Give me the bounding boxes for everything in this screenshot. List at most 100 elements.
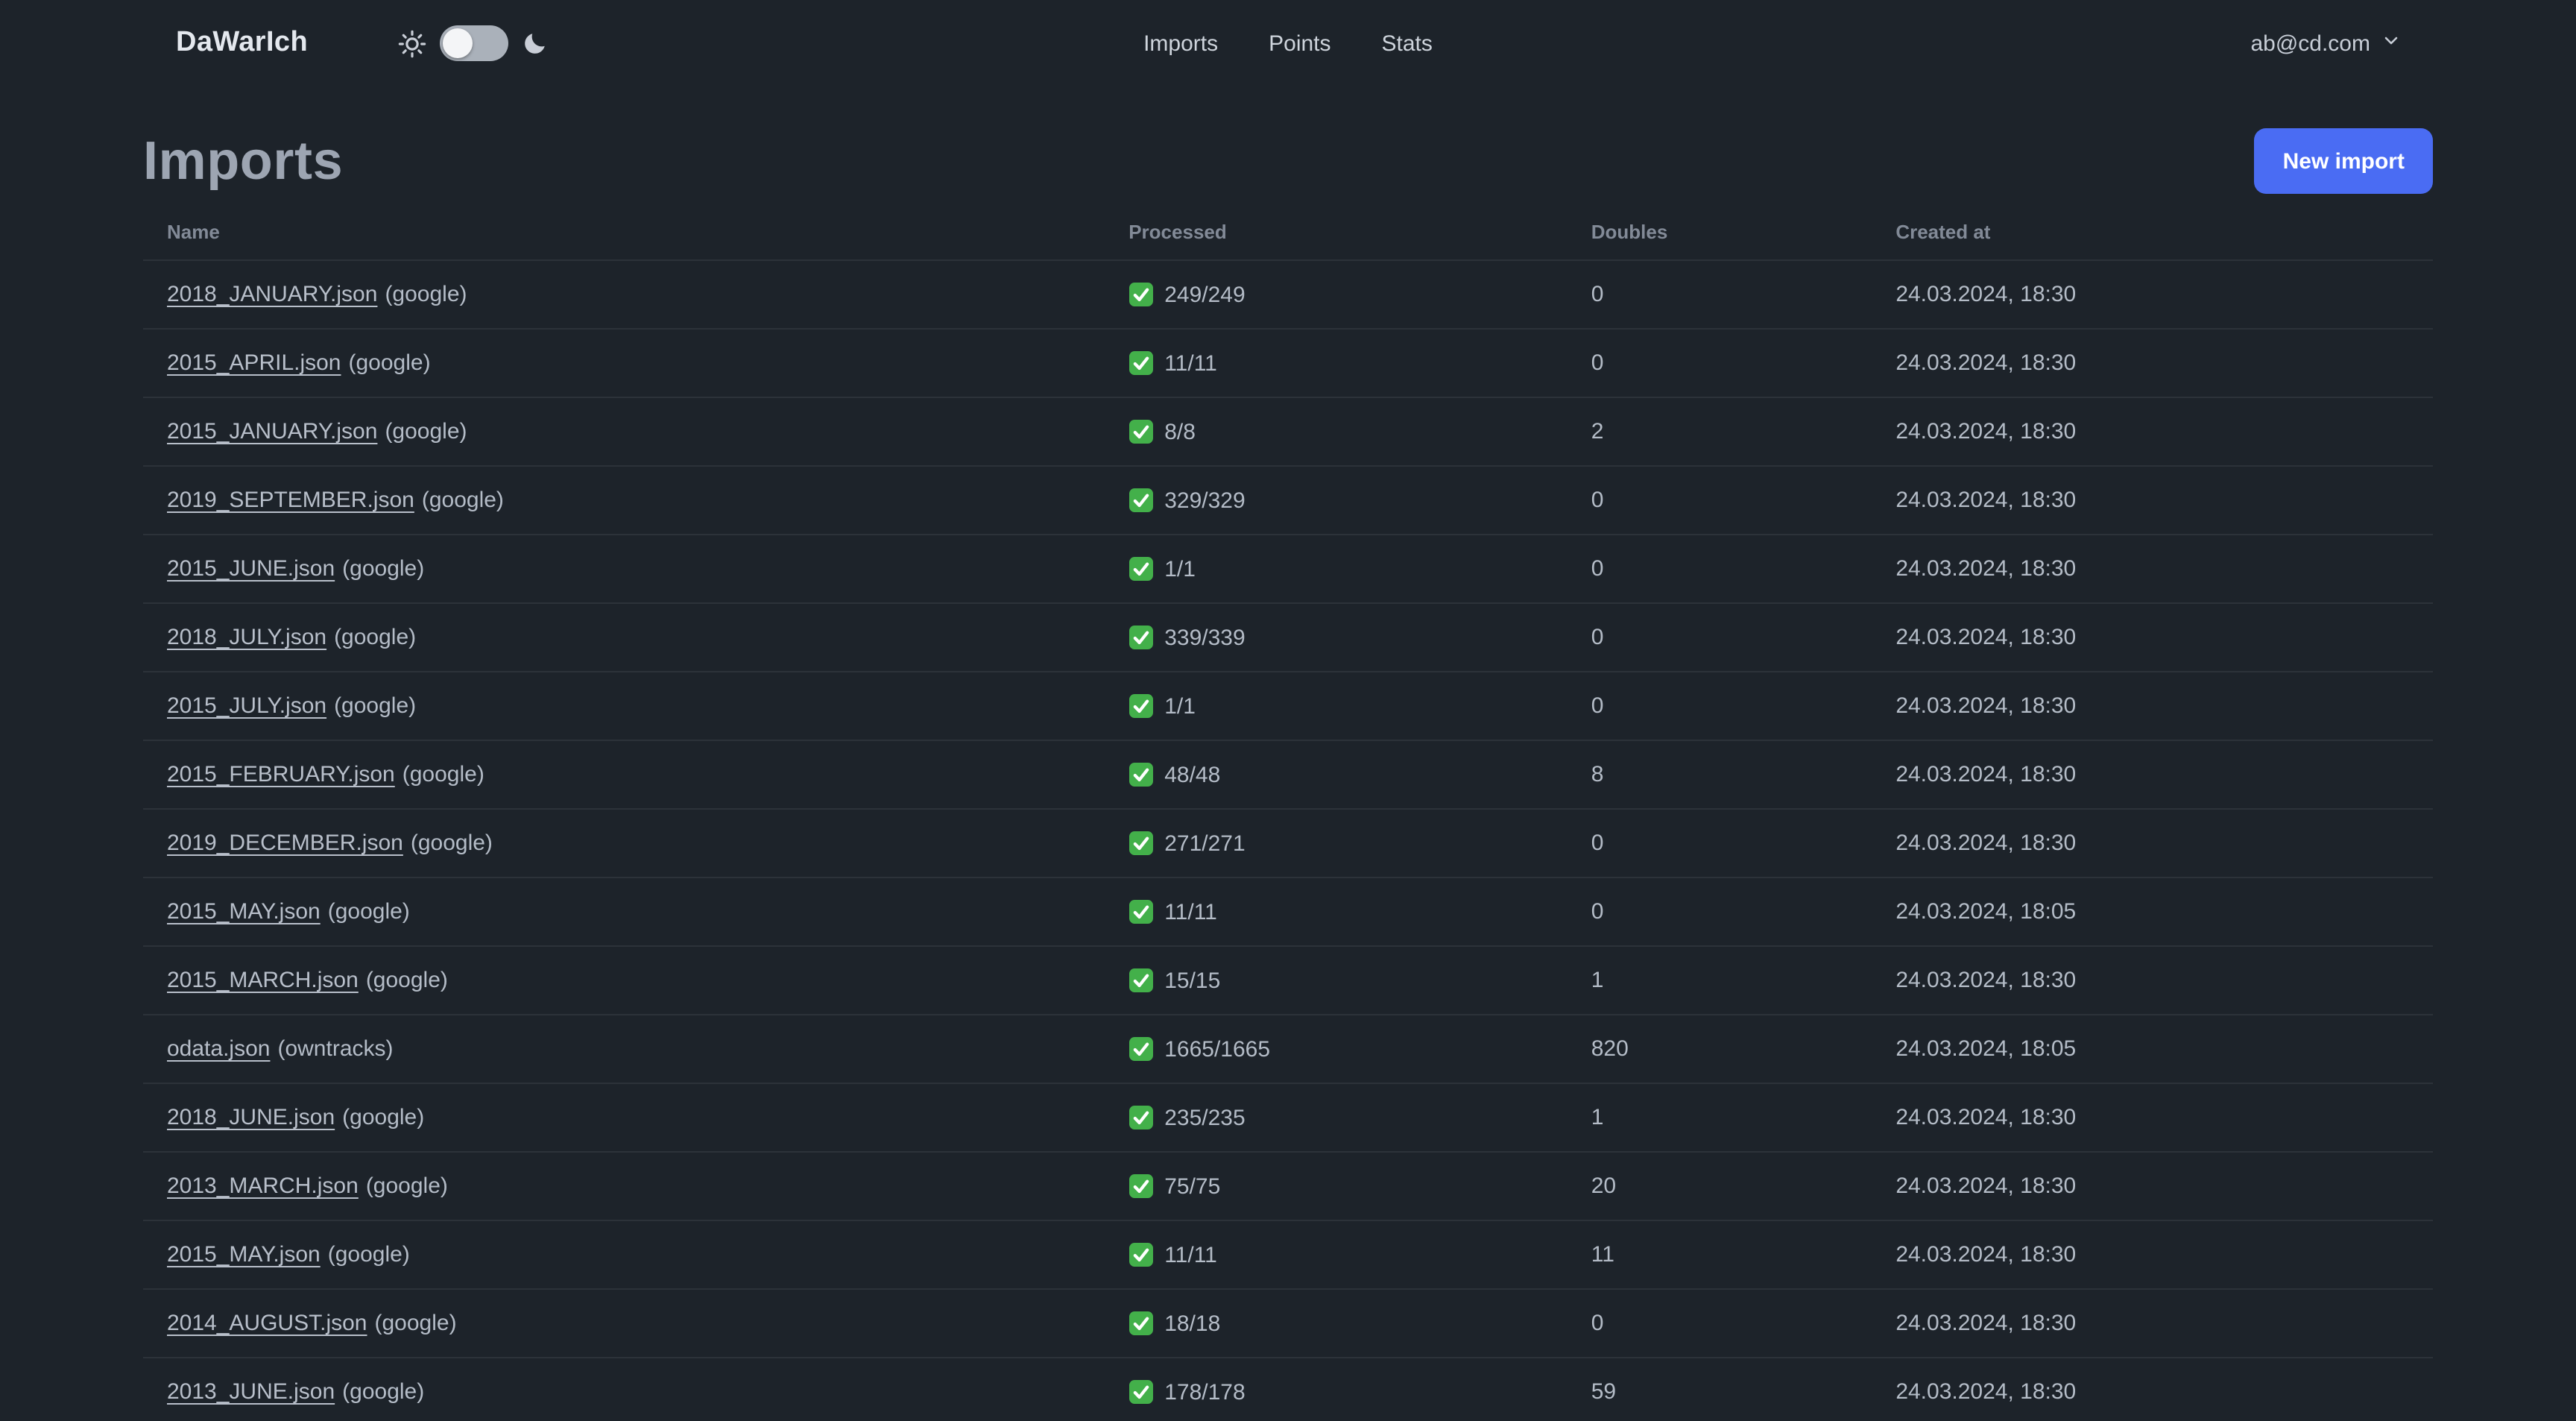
import-file-link[interactable]: 2015_MAY.json [167,899,321,924]
processed-count: 18/18 [1164,1311,1221,1337]
check-icon [1128,762,1154,787]
import-file-link[interactable]: 2015_APRIL.json [167,350,341,376]
created-at: 24.03.2024, 18:30 [1895,282,2077,307]
import-file-link[interactable]: 2019_DECEMBER.json [167,831,403,856]
name-cell: 2015_JANUARY.json (google) [143,397,1105,466]
check-icon [1128,625,1154,650]
nav-link-imports[interactable]: Imports [1143,31,1218,56]
doubles-count: 8 [1591,762,1604,787]
app-logo[interactable]: DaWarIch [176,27,308,60]
import-source: (google) [385,282,467,307]
nav-link-points[interactable]: Points [1269,31,1330,56]
import-source: (google) [348,350,431,376]
name-cell: 2014_AUGUST.json (google) [143,1289,1105,1358]
processed-count: 48/48 [1164,762,1221,788]
check-icon [1128,556,1154,582]
table-row: 2015_MAY.json (google) 11/11 0 24.03.2024… [143,878,2433,946]
processed-cell: 1/1 [1105,672,1568,740]
processed-cell: 15/15 [1105,946,1568,1015]
new-import-button[interactable]: New import [2254,128,2433,194]
created-at: 24.03.2024, 18:30 [1895,693,2077,719]
processed-cell: 1/1 [1105,535,1568,603]
doubles-count: 0 [1591,556,1604,582]
moon-icon [521,30,548,57]
check-icon [1128,1242,1154,1267]
table-row: 2019_SEPTEMBER.json (google) 329/329 0 24… [143,466,2433,535]
table-row: 2019_DECEMBER.json (google) 271/271 0 24.… [143,809,2433,878]
table-row: odata.json (owntracks) 1665/1665 820 24.0… [143,1015,2433,1083]
name-cell: 2015_MARCH.json (google) [143,946,1105,1015]
import-file-link[interactable]: 2018_JUNE.json [167,1105,335,1130]
import-source: (google) [365,968,448,993]
table-body: 2018_JANUARY.json (google) 249/249 0 24.0… [143,260,2433,1421]
check-icon [1128,1173,1154,1199]
import-file-link[interactable]: 2018_JULY.json [167,625,326,650]
import-file-link[interactable]: 2013_JUNE.json [167,1379,335,1405]
check-icon [1128,831,1154,856]
doubles-count: 0 [1591,899,1604,924]
check-icon [1128,282,1154,307]
column-header-doubles: Doubles [1591,221,1668,243]
processed-cell: 178/178 [1105,1358,1568,1421]
doubles-count: 20 [1591,1173,1617,1199]
import-file-link[interactable]: 2018_JANUARY.json [167,282,377,307]
doubles-count: 1 [1591,968,1604,993]
import-file-link[interactable]: 2015_MAY.json [167,1242,321,1267]
name-cell: 2015_MAY.json (google) [143,878,1105,946]
created-at: 24.03.2024, 18:30 [1895,1105,2077,1130]
import-file-link[interactable]: 2019_SEPTEMBER.json [167,488,414,513]
user-email: ab@cd.com [2250,31,2370,56]
sun-icon [397,29,426,57]
table-row: 2015_JULY.json (google) 1/1 0 24.03.2024,… [143,672,2433,740]
nav-link-stats[interactable]: Stats [1382,31,1433,56]
processed-count: 11/11 [1164,350,1217,376]
check-icon [1128,1311,1154,1336]
import-file-link[interactable]: 2014_AUGUST.json [167,1311,367,1336]
import-source: (google) [342,1105,425,1130]
name-cell: 2015_JULY.json (google) [143,672,1105,740]
table-row: 2013_JUNE.json (google) 178/178 59 24.03.… [143,1358,2433,1421]
processed-cell: 75/75 [1105,1152,1568,1220]
processed-count: 11/11 [1164,1242,1217,1268]
import-file-link[interactable]: odata.json [167,1036,270,1062]
name-cell: 2013_JUNE.json (google) [143,1358,1105,1421]
processed-cell: 11/11 [1105,329,1568,397]
check-icon [1128,1105,1154,1130]
user-menu[interactable]: ab@cd.com [2250,30,2400,57]
table-header: Name Processed Doubles Created at [143,197,2433,260]
import-source: (google) [342,1379,425,1405]
import-source: (owntracks) [277,1036,394,1062]
column-header-processed: Processed [1128,221,1227,243]
processed-cell: 11/11 [1105,878,1568,946]
processed-count: 1665/1665 [1164,1036,1271,1062]
created-at: 24.03.2024, 18:30 [1895,1242,2077,1267]
processed-count: 15/15 [1164,968,1221,994]
theme-switch[interactable] [439,25,508,61]
created-at: 24.03.2024, 18:30 [1895,488,2077,513]
import-file-link[interactable]: 2015_JUNE.json [167,556,335,582]
name-cell: 2019_DECEMBER.json (google) [143,809,1105,878]
doubles-count: 2 [1591,419,1604,444]
processed-count: 271/271 [1164,831,1246,857]
created-at: 24.03.2024, 18:30 [1895,350,2077,376]
import-file-link[interactable]: 2015_JULY.json [167,693,326,719]
created-at: 24.03.2024, 18:30 [1895,556,2077,582]
navbar: DaWarIch Imports Points Stats ab@cd.com [0,0,2576,86]
import-file-link[interactable]: 2015_FEBRUARY.json [167,762,395,787]
imports-table: Name Processed Doubles Created at 2018_J… [143,197,2433,1421]
created-at: 24.03.2024, 18:30 [1895,968,2077,993]
import-source: (google) [327,899,410,924]
name-cell: 2019_SEPTEMBER.json (google) [143,466,1105,535]
page-head: Imports New import [143,125,2433,197]
theme-switch-knob [442,28,473,58]
main-nav: Imports Points Stats [1143,31,1433,56]
created-at: 24.03.2024, 18:30 [1895,1173,2077,1199]
import-file-link[interactable]: 2013_MARCH.json [167,1173,359,1199]
import-file-link[interactable]: 2015_MARCH.json [167,968,359,993]
table-row: 2015_FEBRUARY.json (google) 48/48 8 24.03… [143,740,2433,809]
import-file-link[interactable]: 2015_JANUARY.json [167,419,377,444]
navbar-left: DaWarIch [176,25,548,61]
doubles-count: 1 [1591,1105,1604,1130]
doubles-count: 820 [1591,1036,1629,1062]
doubles-count: 11 [1591,1242,1614,1267]
